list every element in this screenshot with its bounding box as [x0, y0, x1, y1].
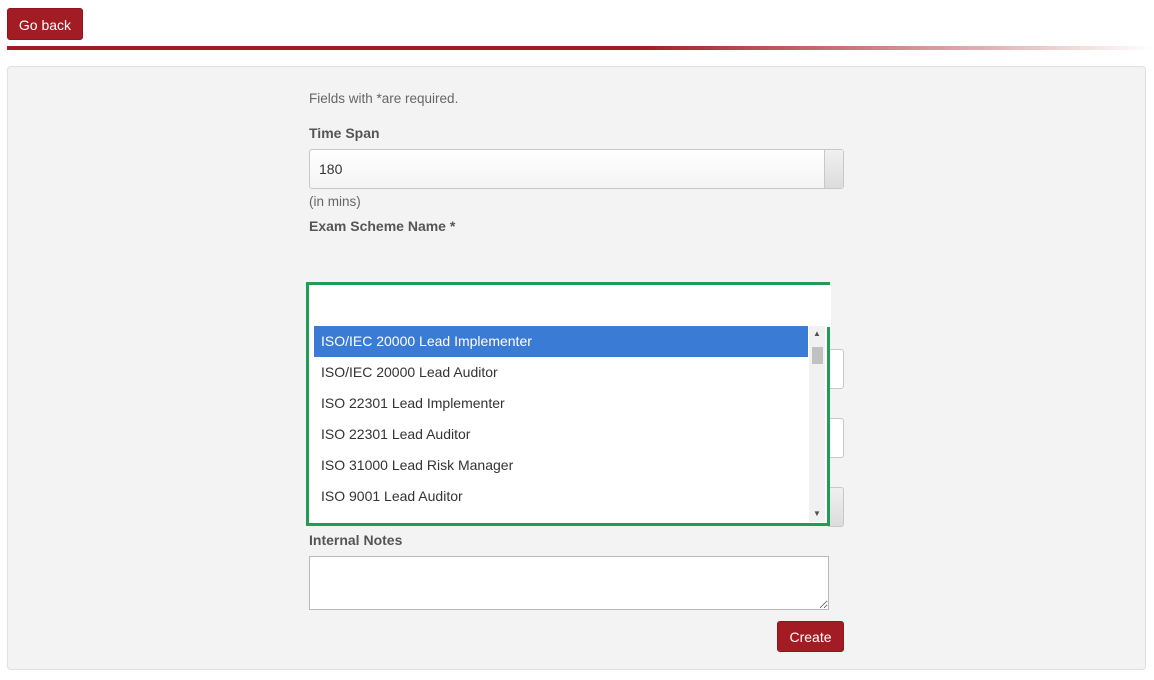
exam-scheme-options-list: ISO/IEC 20000 Lead Implementer ISO/IEC 2… — [314, 326, 808, 522]
go-back-button[interactable]: Go back — [7, 8, 83, 40]
exam-scheme-dropdown[interactable]: ISO/IEC 20000 Lead Implementer ISO/IEC 2… — [306, 282, 831, 526]
hidden-field-1-edge — [828, 349, 844, 389]
hidden-field-2-edge — [828, 418, 844, 458]
option-iso-iec-20000-lead-auditor[interactable]: ISO/IEC 20000 Lead Auditor — [314, 357, 808, 388]
option-iso-22301-lead-implementer[interactable]: ISO 22301 Lead Implementer — [314, 388, 808, 419]
internal-notes-label: Internal Notes — [309, 532, 403, 548]
required-fields-note: Fields with *are required. — [309, 91, 459, 106]
time-span-value: 180 — [319, 161, 343, 177]
option-iso-9001-lead-auditor[interactable]: ISO 9001 Lead Auditor — [314, 481, 808, 512]
option-iso-iec-20000-lead-implementer[interactable]: ISO/IEC 20000 Lead Implementer — [314, 326, 808, 357]
time-span-spinner[interactable] — [824, 150, 843, 188]
exam-scheme-label: Exam Scheme Name * — [309, 218, 456, 234]
exam-scheme-search-input[interactable] — [309, 285, 831, 327]
time-span-unit-hint: (in mins) — [309, 194, 361, 209]
scroll-thumb[interactable] — [812, 347, 823, 364]
option-iso-31000-lead-risk-manager[interactable]: ISO 31000 Lead Risk Manager — [314, 450, 808, 481]
scroll-up-arrow-icon[interactable]: ▲ — [809, 326, 825, 342]
create-button[interactable]: Create — [777, 621, 844, 652]
options-scrollbar[interactable]: ▲ ▼ — [809, 326, 825, 522]
header-divider — [7, 46, 1154, 50]
internal-notes-textarea[interactable] — [309, 556, 829, 610]
time-span-input[interactable]: 180 — [309, 149, 844, 189]
hidden-field-3-edge — [828, 487, 844, 527]
scroll-down-arrow-icon[interactable]: ▼ — [809, 506, 825, 522]
time-span-label: Time Span — [309, 125, 380, 141]
option-iso-22301-lead-auditor[interactable]: ISO 22301 Lead Auditor — [314, 419, 808, 450]
